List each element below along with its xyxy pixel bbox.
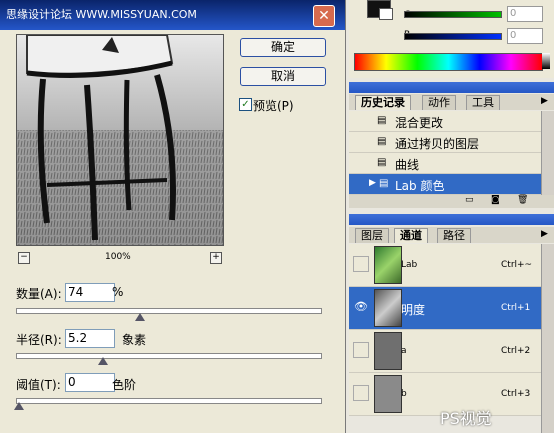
watermark: PS视觉: [440, 409, 492, 428]
g-channel-slider[interactable]: [404, 11, 502, 18]
tab-paths[interactable]: 路径: [437, 228, 471, 243]
channel-shortcut: Ctrl+3: [501, 389, 531, 399]
g-value-input[interactable]: 0: [507, 6, 543, 22]
amount-label: 数量(A):: [16, 287, 62, 301]
preview-checkbox[interactable]: ✓: [239, 98, 252, 111]
channel-thumbnail: [374, 246, 402, 284]
close-icon: ✕: [318, 8, 330, 24]
b-value-input[interactable]: 0: [507, 28, 543, 44]
list-item-selected[interactable]: ▶ ▤ Lab 颜色: [349, 174, 541, 195]
tab-history[interactable]: 历史记录: [355, 95, 411, 110]
zoom-level: 100%: [105, 252, 131, 262]
channel-name: a: [401, 346, 407, 356]
channel-name: 明度: [401, 303, 426, 317]
dialog-title-bar[interactable]: 思缘设计论坛 WWW.MISSYUAN.COM ✕: [0, 0, 345, 30]
radius-slider-thumb[interactable]: [98, 357, 108, 365]
channel-name: b: [401, 389, 407, 399]
radius-label: 半径(R):: [16, 333, 62, 347]
color-panel: G 0 B 0: [349, 0, 554, 78]
history-item-label: 曲线: [395, 158, 420, 172]
amount-input[interactable]: 74: [65, 283, 115, 302]
filter-preview[interactable]: [16, 34, 224, 246]
cancel-button[interactable]: 取消: [240, 67, 326, 86]
channel-shortcut: Ctrl+~: [501, 260, 533, 270]
channel-thumbnail: [374, 289, 402, 327]
amount-unit: %: [112, 285, 124, 299]
eye-icon[interactable]: 👁: [354, 300, 368, 313]
channels-scrollbar[interactable]: [541, 244, 554, 433]
b-channel-slider[interactable]: [404, 33, 502, 40]
amount-slider-thumb[interactable]: [135, 313, 145, 321]
zoom-out-button[interactable]: −: [18, 252, 30, 264]
channel-thumbnail: [374, 375, 402, 413]
threshold-label: 阈值(T):: [16, 378, 61, 392]
threshold-slider-thumb[interactable]: [14, 402, 24, 410]
list-item[interactable]: ▤ 通过拷贝的图层: [349, 132, 541, 153]
history-list: ▤ 混合更改 ▤ 通过拷贝的图层 ▤ 曲线 ▶ ▤ Lab 颜色: [349, 111, 554, 195]
history-state-pointer-icon: ▶: [369, 178, 376, 188]
zoom-in-button[interactable]: +: [210, 252, 222, 264]
list-item[interactable]: ▤ 混合更改: [349, 111, 541, 132]
history-item-label: 通过拷贝的图层: [395, 137, 480, 151]
document-icon: ▤: [377, 136, 387, 147]
channel-shortcut: Ctrl+1: [501, 303, 531, 313]
panel-menu-icon[interactable]: ▶: [541, 96, 548, 106]
threshold-input[interactable]: 0: [65, 373, 115, 392]
trash-icon[interactable]: 🗑: [517, 195, 528, 205]
history-footer: ▭ ◙ 🗑: [349, 195, 554, 208]
panel-menu-icon[interactable]: ▶: [541, 229, 548, 239]
amount-slider-track[interactable]: [16, 308, 322, 314]
radius-unit: 象素: [122, 333, 147, 347]
history-tabs: 历史记录 动作 工具 ▶: [349, 94, 554, 110]
color-spectrum-bar[interactable]: [354, 53, 543, 71]
channel-shortcut: Ctrl+2: [501, 346, 531, 356]
snapshot-icon[interactable]: ◙: [491, 195, 500, 205]
preview-checkbox-label[interactable]: 预览(P): [253, 97, 294, 114]
tab-tools[interactable]: 工具: [466, 95, 500, 110]
channels-tabs: 图层 通道 路径 ▶: [349, 227, 554, 243]
filter-dialog: 思缘设计论坛 WWW.MISSYUAN.COM ✕ 确定 取消 ✓ 预览(P) …: [0, 0, 346, 433]
history-scrollbar[interactable]: [541, 111, 554, 195]
document-icon: ▤: [379, 178, 389, 189]
visibility-toggle[interactable]: [353, 256, 369, 272]
threshold-slider-track[interactable]: [16, 398, 322, 404]
document-icon: ▤: [377, 115, 387, 126]
tab-channels[interactable]: 通道: [394, 228, 428, 243]
visibility-toggle[interactable]: [353, 342, 369, 358]
dialog-title: 思缘设计论坛 WWW.MISSYUAN.COM: [6, 8, 197, 21]
history-item-label: 混合更改: [395, 116, 444, 130]
radius-input[interactable]: 5.2: [65, 329, 115, 348]
ok-button[interactable]: 确定: [240, 38, 326, 57]
close-button[interactable]: ✕: [313, 5, 335, 27]
grayscale-ramp[interactable]: [542, 53, 550, 69]
tab-layers[interactable]: 图层: [355, 228, 389, 243]
channels-panel-titlebar[interactable]: [349, 214, 554, 225]
history-panel-titlebar[interactable]: [349, 82, 554, 93]
list-item[interactable]: ▤ 曲线: [349, 153, 541, 174]
tab-actions[interactable]: 动作: [422, 95, 456, 110]
document-icon: ▤: [377, 157, 387, 168]
visibility-toggle[interactable]: [353, 385, 369, 401]
preview-chair-image: [17, 35, 223, 245]
radius-slider-track[interactable]: [16, 353, 322, 359]
history-item-label: Lab 颜色: [395, 179, 445, 193]
channel-row-selected[interactable]: 👁 明度 Ctrl+1: [349, 287, 541, 330]
channel-row[interactable]: Lab Ctrl+~: [349, 244, 541, 287]
channel-row[interactable]: a Ctrl+2: [349, 330, 541, 373]
channel-thumbnail: [374, 332, 402, 370]
background-color-swatch[interactable]: [379, 8, 393, 20]
new-document-icon[interactable]: ▭: [465, 195, 474, 205]
channel-name: Lab: [401, 260, 418, 270]
threshold-unit: 色阶: [112, 378, 137, 392]
